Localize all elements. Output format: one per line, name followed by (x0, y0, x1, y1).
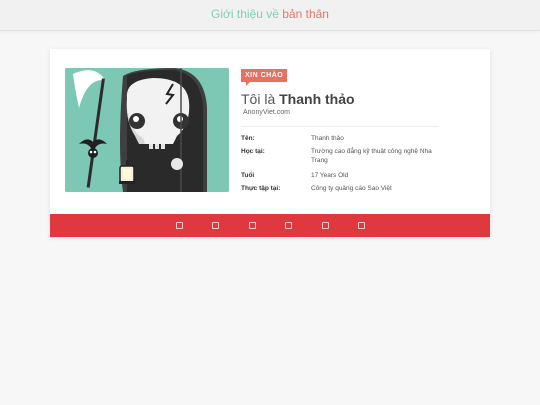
greeting-text: Tôi là (241, 91, 280, 107)
info-key: Học tại: (241, 148, 265, 155)
profile-subtitle: AnonyViet.com (243, 109, 290, 116)
info-value: Công ty quảng cáo Sao Việt (311, 185, 392, 192)
header-title-part1: Giới thiệu về (211, 7, 283, 21)
social-icon-5[interactable] (322, 222, 329, 229)
social-icon-1[interactable] (176, 222, 183, 229)
info-key: Tên: (241, 135, 255, 142)
divider (241, 126, 439, 127)
info-key: Thực tập tại: (241, 185, 281, 192)
profile-heading: Tôi là Thanh thảo (241, 91, 355, 107)
social-icon-4[interactable] (285, 222, 292, 229)
header-title-part2: bản thân (282, 7, 329, 21)
social-icon-2[interactable] (212, 222, 219, 229)
profile-name: Thanh thảo (279, 91, 355, 107)
social-icon-3[interactable] (249, 222, 256, 229)
info-key: Tuổi (241, 172, 255, 179)
info-value: Thanh thảo (311, 135, 344, 142)
social-icon-6[interactable] (358, 222, 365, 229)
top-header: Giới thiệu về bản thân (0, 0, 540, 31)
social-bar (50, 214, 490, 237)
info-value: 17 Years Old (311, 172, 349, 179)
grim-reaper-avatar-icon (65, 68, 229, 192)
hello-badge: XIN CHÀO (241, 69, 288, 86)
info-value: Trường cao đẳng kỹ thuật công nghệ Nha T… (311, 148, 432, 164)
profile-card: XIN CHÀO Tôi là Thanh thảo AnonyViet.com… (50, 49, 490, 237)
